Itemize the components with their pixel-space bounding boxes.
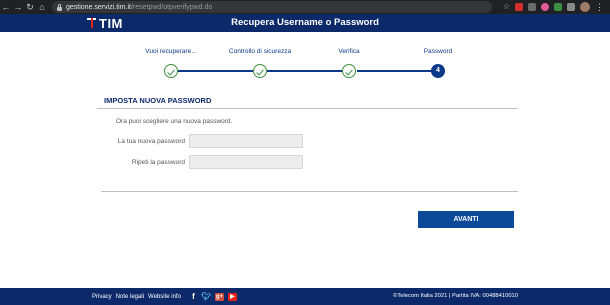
extension-icon[interactable] bbox=[515, 3, 523, 11]
forward-icon[interactable]: → bbox=[12, 0, 24, 14]
url-host: gestione.servizi.tim.it bbox=[66, 3, 131, 11]
profile-avatar[interactable] bbox=[580, 2, 590, 12]
footer-legal: ©Telecom Italia 2021 | Partita IVA: 0048… bbox=[393, 293, 518, 299]
check-icon bbox=[253, 64, 267, 78]
check-icon bbox=[342, 64, 356, 78]
tim-logo[interactable]: TIM bbox=[87, 15, 123, 31]
tim-logo-mark bbox=[87, 17, 96, 29]
new-password-field[interactable] bbox=[189, 134, 303, 148]
divider bbox=[97, 108, 518, 109]
footer-link-note-legali[interactable]: Note legali bbox=[116, 294, 144, 300]
repeat-password-field[interactable] bbox=[189, 155, 303, 169]
divider bbox=[101, 191, 518, 192]
extensions-puzzle-icon[interactable] bbox=[567, 3, 575, 11]
browser-toolbar: ← → ↻ ⌂ gestione.servizi.tim.it/resetpwd… bbox=[0, 0, 610, 14]
site-footer: Privacy Note legali Website info f 🐦︎ g+… bbox=[0, 288, 610, 305]
home-icon[interactable]: ⌂ bbox=[36, 0, 48, 14]
facebook-icon[interactable]: f bbox=[189, 292, 198, 301]
step-connector bbox=[357, 70, 432, 72]
tim-logo-text: TIM bbox=[99, 15, 123, 31]
step-label-4: Password bbox=[423, 48, 453, 55]
form-intro: Ora puoi scegliere una nuova password. bbox=[116, 118, 233, 125]
extension-icon[interactable] bbox=[528, 3, 536, 11]
step-connector bbox=[178, 70, 253, 72]
avanti-button[interactable]: AVANTI bbox=[418, 211, 514, 228]
footer-link-privacy[interactable]: Privacy bbox=[92, 294, 112, 300]
twitter-icon[interactable]: 🐦︎ bbox=[201, 292, 211, 301]
extension-icon[interactable] bbox=[541, 3, 549, 11]
extension-icon[interactable] bbox=[554, 3, 562, 11]
step-label-1: Vuoi recuperare... bbox=[145, 48, 197, 55]
new-password-label: La tua nuova password bbox=[117, 138, 185, 145]
youtube-icon[interactable]: ▶ bbox=[227, 292, 237, 301]
step-number-current: 4 bbox=[431, 64, 445, 78]
step-connector bbox=[267, 70, 343, 72]
progress-stepper: Vuoi recuperare... Controllo di sicurezz… bbox=[0, 32, 610, 82]
site-header: Recupera Username o Password TIM bbox=[0, 14, 610, 32]
star-icon[interactable]: ☆ bbox=[503, 3, 510, 11]
lock-icon bbox=[56, 3, 63, 11]
step-label-2: Controllo di sicurezza bbox=[228, 48, 292, 55]
footer-link-website-info[interactable]: Website info bbox=[148, 294, 181, 300]
check-icon bbox=[164, 64, 178, 78]
url-path: /resetpwd/otpverifypwd.do bbox=[130, 3, 213, 11]
reload-icon[interactable]: ↻ bbox=[24, 0, 36, 14]
step-label-3: Verifica bbox=[338, 48, 360, 55]
address-bar[interactable]: gestione.servizi.tim.it/resetpwd/otpveri… bbox=[52, 1, 492, 13]
repeat-password-label: Ripeti la password bbox=[131, 159, 185, 166]
google-plus-icon[interactable]: g+ bbox=[214, 292, 224, 301]
back-icon[interactable]: ← bbox=[0, 0, 12, 14]
section-title: IMPOSTA NUOVA PASSWORD bbox=[104, 96, 212, 105]
menu-icon[interactable]: ⋮ bbox=[595, 3, 604, 12]
